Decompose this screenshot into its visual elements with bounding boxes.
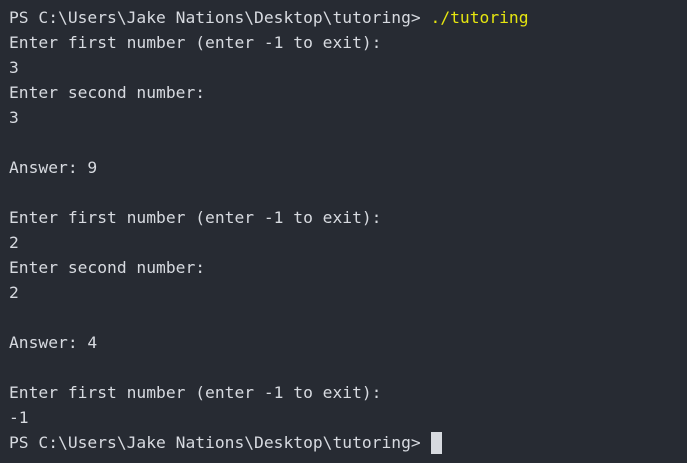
output-line: 3 [9, 58, 19, 77]
prompt-text: PS C:\Users\Jake Nations\Desktop\tutorin… [9, 8, 421, 27]
output-line: -1 [9, 408, 29, 427]
command-line: PS C:\Users\Jake Nations\Desktop\tutorin… [9, 5, 687, 30]
output-line: Enter second number: [9, 258, 206, 277]
output-line: Enter second number: [9, 83, 206, 102]
output-line: 2 [9, 283, 19, 302]
output-line: Enter first number (enter -1 to exit): [9, 33, 382, 52]
output-line: 3 [9, 108, 19, 127]
command-text: ./tutoring [430, 8, 529, 27]
final-prompt-line[interactable]: PS C:\Users\Jake Nations\Desktop\tutorin… [9, 430, 687, 455]
output-line: Enter first number (enter -1 to exit): [9, 383, 382, 402]
output-line: Enter first number (enter -1 to exit): [9, 208, 382, 227]
output-line: 2 [9, 233, 19, 252]
output-line: Answer: 9 [9, 158, 98, 177]
output-line: Answer: 4 [9, 333, 98, 352]
terminal-window[interactable]: PS C:\Users\Jake Nations\Desktop\tutorin… [0, 0, 687, 463]
text-cursor [430, 431, 442, 454]
prompt-text: PS C:\Users\Jake Nations\Desktop\tutorin… [9, 433, 421, 452]
